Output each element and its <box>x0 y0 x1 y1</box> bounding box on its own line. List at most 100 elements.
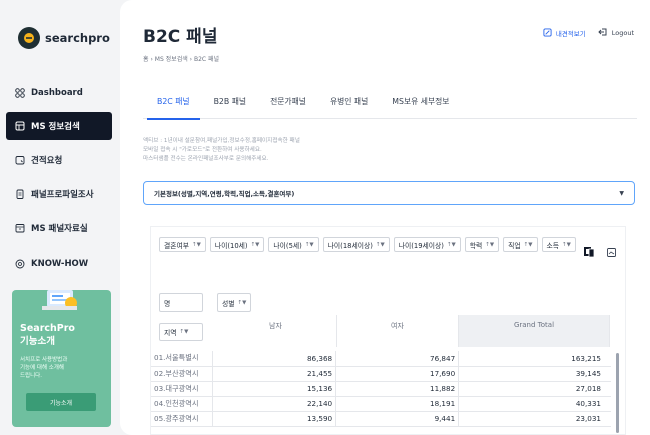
promo-button[interactable]: 기능소개 <box>26 393 96 411</box>
logout-icon <box>598 27 608 39</box>
pivot-field-chip[interactable]: 나이(10세) ↑▼ <box>209 237 265 252</box>
table-cell: 163,215 <box>458 351 611 367</box>
table-row: 02.부산광역시 21,455 17,690 39,145 <box>151 366 611 382</box>
row-field-chip[interactable]: 지역 ↑▼ <box>159 323 203 341</box>
my-estimate-label: 내견적보기 <box>555 30 586 38</box>
column-header-female: 여자 <box>337 315 459 347</box>
pivot-field-chip[interactable]: 직업 ↑▼ <box>503 237 538 252</box>
table-row: 01.서울특별시 86,368 76,847 163,215 <box>151 351 611 367</box>
sort-filter-icon: ↑▼ <box>562 241 571 248</box>
nav-estimate[interactable]: 견적요청 <box>6 146 112 174</box>
sort-filter-icon: ↑▼ <box>250 241 260 248</box>
edit-icon <box>543 27 552 39</box>
logout-label: Logout <box>611 29 634 37</box>
row-label: 05.광주광역시 <box>151 411 213 427</box>
column-field-chip[interactable]: 성별 ↑▼ <box>217 293 252 312</box>
select-value: 기본정보(성별,지역,연령,학력,직업,소득,결혼여부) <box>154 190 295 198</box>
pivot-field-label: 나이(5세) <box>273 241 302 250</box>
table-cell: 22,140 <box>212 396 336 412</box>
nav-ms-search[interactable]: MS 정보검색 <box>6 112 112 140</box>
pivot-field-label: 직업 <box>508 241 521 250</box>
table-cell: 23,031 <box>458 411 611 427</box>
promo-illustration-icon <box>42 290 77 310</box>
sort-filter-icon: ↑▼ <box>446 241 456 248</box>
notice-line: 모바일 접속 시 "가로모드"로 전환하여 사용하세요. <box>143 147 262 153</box>
search-box-icon <box>14 121 25 132</box>
archive-icon <box>14 223 25 234</box>
nav-label: 견적요청 <box>31 156 63 166</box>
breadcrumb-search[interactable]: MS 정보검색 <box>155 56 188 63</box>
table-cell: 11,882 <box>335 381 459 397</box>
pivot-field-label: 나이(19세이상) <box>398 241 444 250</box>
logo-icon <box>18 27 40 49</box>
nav-ms-archive[interactable]: MS 패널자료실 <box>6 214 112 242</box>
pivot-table: 결혼여부 ↑▼ 나이(10세) ↑▼ 나이(5세) ↑▼ 나이(18세이상) ↑▼ 나이(19세… <box>150 226 626 435</box>
nav-panel-profile[interactable]: 패널프로파일조사 <box>6 180 112 208</box>
sort-filter-icon: ↑▼ <box>237 299 247 306</box>
tab-b2c[interactable]: B2C 패널 <box>147 85 200 120</box>
sort-filter-icon: ↑▼ <box>179 329 189 335</box>
column-field-label: 성별 <box>222 299 235 308</box>
column-header-male: 남자 <box>215 315 337 347</box>
tab-expert[interactable]: 전문가패널 <box>270 85 306 119</box>
breadcrumb: 홈 › MS 정보검색 › B2C 패널 <box>143 54 219 63</box>
export-excel-button[interactable] <box>581 244 597 260</box>
pivot-field-label: 결혼여부 <box>164 241 190 250</box>
sort-filter-icon: ↑▼ <box>192 241 201 248</box>
brand-name: searchpro <box>45 31 110 45</box>
table-cell: 15,136 <box>212 381 336 397</box>
column-header-grand-total: Grand Total <box>459 315 610 347</box>
sidebar: searchpro Dashboard MS 정보검색견적요청패널프로파일조사 MS… <box>0 0 118 435</box>
row-label: 02.부산광역시 <box>151 366 213 382</box>
image-export-icon <box>606 247 616 257</box>
panel-tabs: B2C 패널 B2B 패널 전문가패널 유병인 패널 MS보유 세부정보 <box>143 85 637 120</box>
value-field-label: 명 <box>164 299 171 308</box>
top-actions: 내견적보기 Logout <box>543 27 634 39</box>
info-category-select[interactable]: 기본정보(성별,지역,연령,학력,직업,소득,결혼여부) ▼ <box>143 181 635 205</box>
nav-label: KNOW-HOW <box>31 259 89 269</box>
tab-patient[interactable]: 유병인 패널 <box>330 85 368 119</box>
pivot-field-chip[interactable]: 나이(19세이상) ↑▼ <box>393 237 461 252</box>
sort-filter-icon: ↑▼ <box>375 241 385 248</box>
sort-filter-icon: ↑▼ <box>485 241 495 248</box>
promo-description: 서치프로 사용방법과 기능에 대해 소개해 드립니다. <box>20 357 68 379</box>
nav-label: Dashboard <box>31 88 83 98</box>
excel-icon <box>584 247 595 258</box>
breadcrumb-home[interactable]: 홈 <box>143 56 149 63</box>
my-estimate-link[interactable]: 내견적보기 <box>543 27 586 39</box>
table-cell: 13,590 <box>212 411 336 427</box>
notice-text: 액티브 : 1년이내 설문참여,패널가입,정보수정,홈페이지접속한 패널 모바일… <box>143 137 300 164</box>
nav-label: MS 패널자료실 <box>31 224 88 234</box>
pivot-field-chip[interactable]: 나이(5세) ↑▼ <box>268 237 319 252</box>
table-cell: 17,690 <box>335 366 459 382</box>
nav-label: 패널프로파일조사 <box>31 190 94 200</box>
pivot-field-chip[interactable]: 소득 ↑▼ <box>541 237 576 252</box>
nav-dashboard[interactable]: Dashboard <box>6 79 112 107</box>
sort-filter-icon: ↑▼ <box>523 241 533 248</box>
pivot-field-chip[interactable]: 결혼여부 ↑▼ <box>159 237 206 252</box>
table-cell: 76,847 <box>335 351 459 367</box>
vertical-scrollbar[interactable] <box>616 353 619 433</box>
logout-button[interactable]: Logout <box>598 27 634 39</box>
nav-knowhow[interactable]: KNOW-HOW <box>6 250 112 278</box>
row-field-label: 지역 <box>164 329 177 337</box>
pivot-field-label: 소득 <box>546 241 560 250</box>
export-image-button[interactable] <box>603 244 619 260</box>
chevron-down-icon: ▼ <box>619 190 624 197</box>
table-cell: 9,441 <box>335 411 459 427</box>
brand-logo[interactable]: searchpro <box>18 27 110 49</box>
table-row: 03.대구광역시 15,136 11,882 27,018 <box>151 381 611 397</box>
value-field-chip[interactable]: 명 <box>159 293 203 312</box>
tab-b2b[interactable]: B2B 패널 <box>214 85 246 119</box>
pivot-column-header: 남자 여자 Grand Total <box>215 315 610 347</box>
pivot-field-chip[interactable]: 나이(18세이상) ↑▼ <box>322 237 390 252</box>
pivot-field-chip[interactable]: 학력 ↑▼ <box>464 237 500 252</box>
table-cell: 21,455 <box>212 366 336 382</box>
page-title: B2C 패널 <box>143 27 218 47</box>
promo-title: SearchPro 기능소개 <box>20 323 75 347</box>
profile-icon <box>14 189 25 200</box>
table-cell: 18,191 <box>335 396 459 412</box>
estimate-icon <box>14 155 25 166</box>
table-row: 04.인천광역시 22,140 18,191 40,331 <box>151 396 611 412</box>
tab-ms-detail[interactable]: MS보유 세부정보 <box>392 85 449 119</box>
